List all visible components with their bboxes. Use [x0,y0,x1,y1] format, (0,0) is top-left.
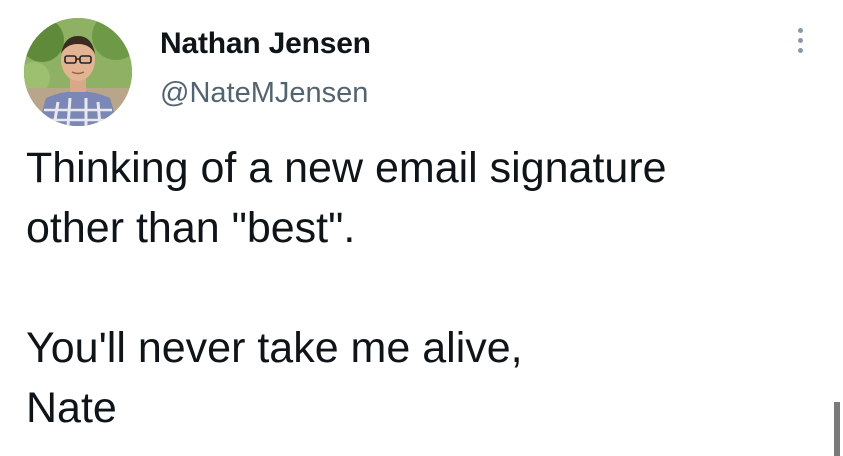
scrollbar-thumb[interactable] [834,402,840,456]
author-handle[interactable]: @NateMJensen [160,76,371,110]
tweet-text: Thinking of a new email signature other … [26,138,826,438]
tweet-text-line: You'll never take me alive, [26,324,523,372]
author-block[interactable]: Nathan Jensen @NateMJensen [160,26,371,110]
more-vertical-icon [797,28,803,33]
avatar[interactable] [24,18,132,126]
more-options-button[interactable] [788,28,812,68]
tweet-card: Nathan Jensen @NateMJensen Thinking of a… [0,0,843,456]
tweet-text-line: Thinking of a new email signature [26,144,667,192]
tweet-text-blank-line [26,258,826,318]
author-display-name[interactable]: Nathan Jensen [160,26,371,62]
tweet-text-line: Nate [26,384,117,432]
profile-photo-icon [24,18,132,126]
tweet-text-line: other than "best". [26,204,356,252]
